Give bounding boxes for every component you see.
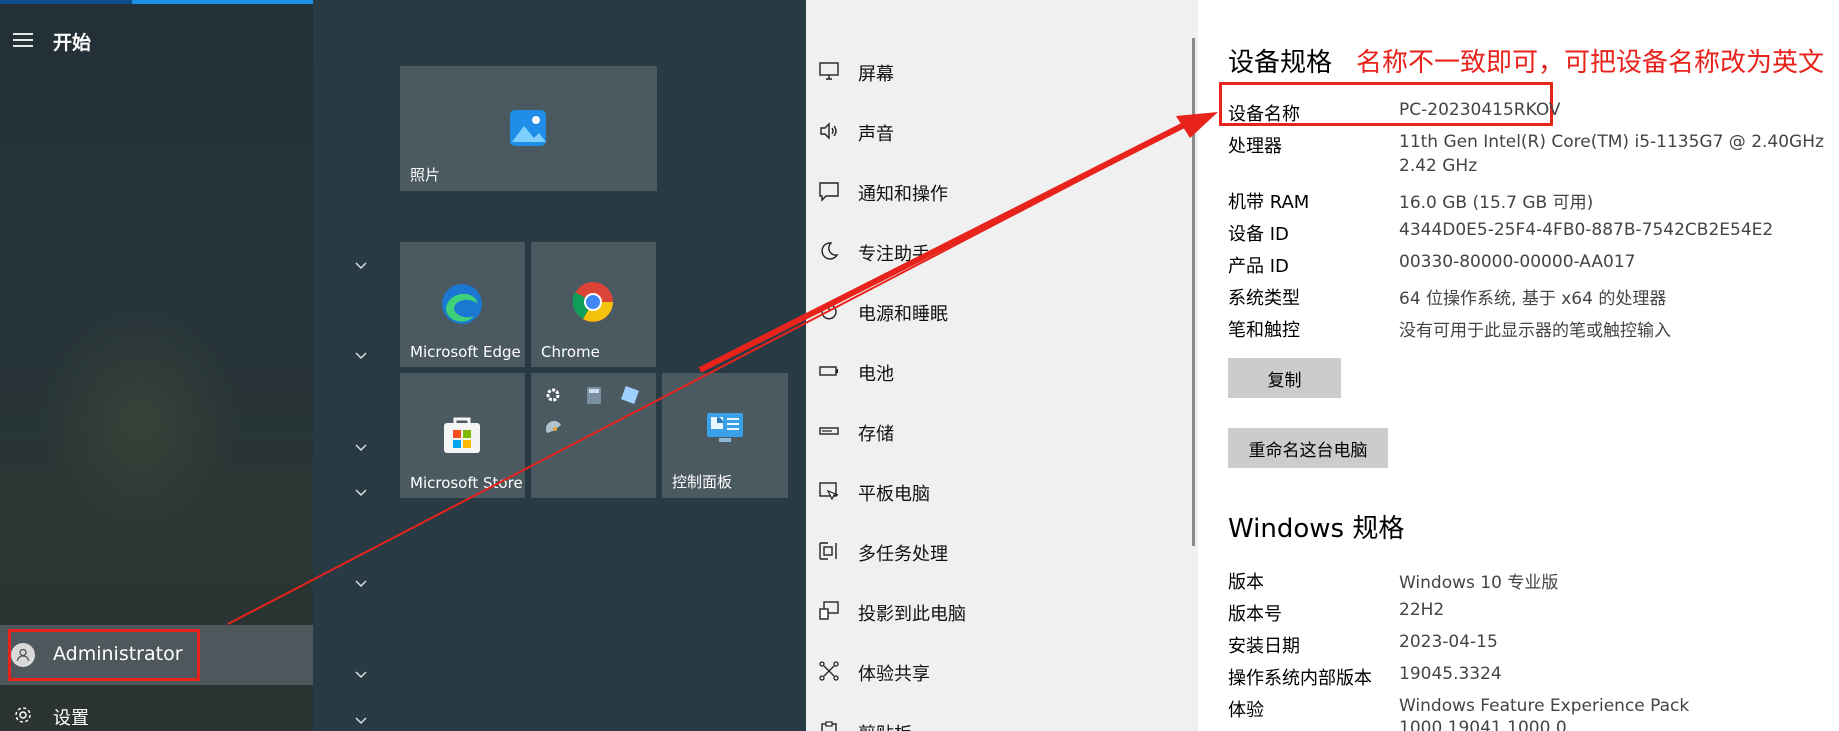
spec-value: 64 位操作系统, 基于 x64 的处理器 <box>1399 289 1667 309</box>
spec-value: 4344D0E5-25F4-4FB0-887B-7542CB2E54E2 <box>1399 220 1774 240</box>
nav-item-label: 体验共享 <box>858 664 930 685</box>
nav-item-storage[interactable]: 存储 <box>806 412 1198 452</box>
spec-key: 处理器 <box>1228 136 1282 157</box>
spec-value: PC-20230415RKOV <box>1399 100 1561 120</box>
start-title: 开始 <box>53 32 92 54</box>
spec-key: 机带 RAM <box>1228 192 1310 213</box>
nav-item-label: 投影到此电脑 <box>858 604 966 625</box>
nav-item-battery[interactable]: 电池 <box>806 352 1198 392</box>
spec-value: 11th Gen Intel(R) Core(TM) i5-1135G7 @ 2… <box>1399 132 1824 152</box>
spec-key: 设备 ID <box>1228 224 1289 245</box>
chevron-down-icon[interactable] <box>354 711 368 725</box>
device-spec-heading: 设备规格 <box>1228 48 1333 78</box>
chevron-down-icon[interactable] <box>354 438 368 452</box>
spec-value: 22H2 <box>1399 600 1445 620</box>
spec-value: 00330-80000-00000-AA017 <box>1399 252 1636 272</box>
spec-value: Windows 10 专业版 <box>1399 573 1559 593</box>
spec-key: 操作系统内部版本 <box>1228 668 1372 689</box>
chrome-icon <box>572 282 613 322</box>
control-panel-icon <box>707 413 743 442</box>
annotation-user-box <box>8 629 200 681</box>
spec-key: 系统类型 <box>1228 288 1300 309</box>
spec-key: 版本号 <box>1228 604 1282 625</box>
spec-value: 没有可用于此显示器的笔或触控输入 <box>1399 321 1671 341</box>
nav-item-sound[interactable]: 声音 <box>806 112 1198 152</box>
nav-item-shared-experiences[interactable]: 体验共享 <box>806 652 1198 692</box>
monitor-icon <box>819 62 839 80</box>
copy-button[interactable]: 复制 <box>1228 358 1341 398</box>
multitask-icon <box>819 542 837 560</box>
rename-pc-button[interactable]: 重命名这台电脑 <box>1228 428 1388 468</box>
storage-icon <box>819 427 839 435</box>
tablet-icon <box>819 482 839 501</box>
tile-label: 照片 <box>410 166 441 184</box>
nav-item-label: 平板电脑 <box>858 484 930 505</box>
screenshot: 开始 Administrator 设置 照片 Microsoft Edge Ch… <box>0 0 1839 731</box>
tile-photos[interactable]: 照片 <box>400 66 657 191</box>
tile-label: Microsoft Store <box>410 474 523 492</box>
nav-item-label: 电源和睡眠 <box>858 304 948 325</box>
chevron-down-icon[interactable] <box>354 256 368 270</box>
spec-value: 16.0 GB (15.7 GB 可用) <box>1399 193 1594 213</box>
nav-item-tablet[interactable]: 平板电脑 <box>806 472 1198 512</box>
nav-item-power[interactable]: 电源和睡眠 <box>806 292 1198 332</box>
tile-store[interactable]: Microsoft Store <box>400 373 525 498</box>
annotation-text: 名称不一致即可，可把设备名称改为英文 <box>1356 48 1825 78</box>
gear-icon <box>15 707 31 723</box>
spec-value: 1000.19041.1000.0 <box>1399 718 1567 731</box>
tile-label: Microsoft Edge <box>410 343 521 361</box>
tile-chrome[interactable]: Chrome <box>531 242 656 367</box>
nav-item-label: 电池 <box>858 364 894 385</box>
tile-label: 控制面板 <box>672 473 733 491</box>
tile-label: Chrome <box>541 343 600 361</box>
spec-value: 19045.3324 <box>1399 664 1502 684</box>
nav-item-label: 屏幕 <box>858 64 894 85</box>
spec-key: 体验 <box>1228 700 1264 721</box>
settings-calculator-group-icon <box>545 386 639 433</box>
spec-key: 安装日期 <box>1228 636 1300 657</box>
share-icon <box>819 661 839 681</box>
nav-item-label: 专注助手 <box>858 244 930 265</box>
spec-value: 2.42 GHz <box>1399 156 1478 176</box>
chevron-down-icon[interactable] <box>354 574 368 588</box>
nav-item-focus-assist[interactable]: 专注助手 <box>806 232 1198 272</box>
spec-key: 产品 ID <box>1228 256 1289 277</box>
tile-group-utilities[interactable] <box>531 373 656 498</box>
notification-icon <box>819 182 839 202</box>
nav-item-multitasking[interactable]: 多任务处理 <box>806 532 1198 572</box>
store-icon <box>444 417 480 453</box>
moon-icon <box>821 242 839 260</box>
spec-value: 2023-04-15 <box>1399 632 1498 652</box>
nav-item-project[interactable]: 投影到此电脑 <box>806 592 1198 632</box>
speaker-icon <box>820 122 837 140</box>
power-icon <box>821 302 837 320</box>
settings-row[interactable] <box>0 700 313 731</box>
nav-item-label: 剪贴板 <box>858 720 912 731</box>
project-icon <box>819 601 839 620</box>
spec-key: 版本 <box>1228 572 1264 593</box>
spec-value: Windows Feature Experience Pack <box>1399 696 1690 716</box>
nav-item-display[interactable]: 屏幕 <box>806 52 1198 92</box>
chevron-down-icon[interactable] <box>354 483 368 497</box>
clipboard-icon <box>821 721 837 731</box>
start-menu-rail <box>0 0 313 731</box>
edge-icon <box>442 284 482 324</box>
photos-icon <box>510 110 546 146</box>
nav-item-clipboard[interactable]: 剪贴板 <box>806 712 1198 731</box>
nav-item-notifications[interactable]: 通知和操作 <box>806 172 1198 212</box>
chevron-down-icon[interactable] <box>354 346 368 360</box>
tile-edge[interactable]: Microsoft Edge <box>400 242 525 367</box>
spec-key: 设备名称 <box>1228 104 1300 125</box>
windows-spec-heading: Windows 规格 <box>1228 514 1405 544</box>
spec-key: 笔和触控 <box>1228 320 1300 341</box>
nav-item-label: 存储 <box>858 424 894 445</box>
battery-icon <box>819 366 838 376</box>
nav-item-label: 通知和操作 <box>858 184 948 205</box>
nav-item-label: 多任务处理 <box>858 544 948 565</box>
nav-item-label: 声音 <box>858 124 894 145</box>
chevron-down-icon[interactable] <box>354 665 368 679</box>
settings-label[interactable]: 设置 <box>53 704 89 730</box>
tile-control-panel[interactable]: 控制面板 <box>662 373 788 498</box>
hamburger-menu-icon[interactable] <box>13 33 33 47</box>
